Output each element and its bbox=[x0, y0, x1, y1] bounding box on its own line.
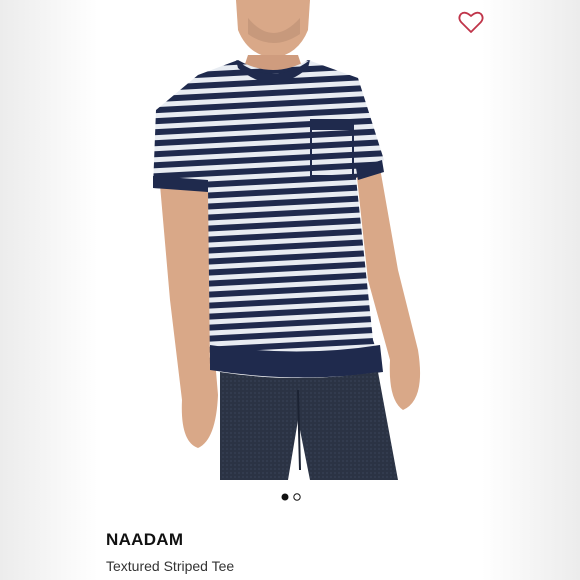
product-photo[interactable] bbox=[98, 0, 482, 480]
gallery-pagination[interactable] bbox=[280, 492, 304, 502]
blurred-background-left bbox=[0, 0, 98, 580]
product-listing-frame: NAADAM Textured Striped Tee bbox=[0, 0, 580, 580]
product-name[interactable]: Textured Striped Tee bbox=[106, 558, 234, 574]
pagination-dot bbox=[293, 493, 301, 501]
pagination-dot-active bbox=[281, 493, 289, 501]
product-brand: NAADAM bbox=[106, 530, 184, 549]
heart-outline-icon[interactable] bbox=[458, 10, 484, 34]
product-card[interactable]: NAADAM Textured Striped Tee bbox=[98, 0, 484, 580]
blurred-background-right bbox=[482, 0, 580, 580]
